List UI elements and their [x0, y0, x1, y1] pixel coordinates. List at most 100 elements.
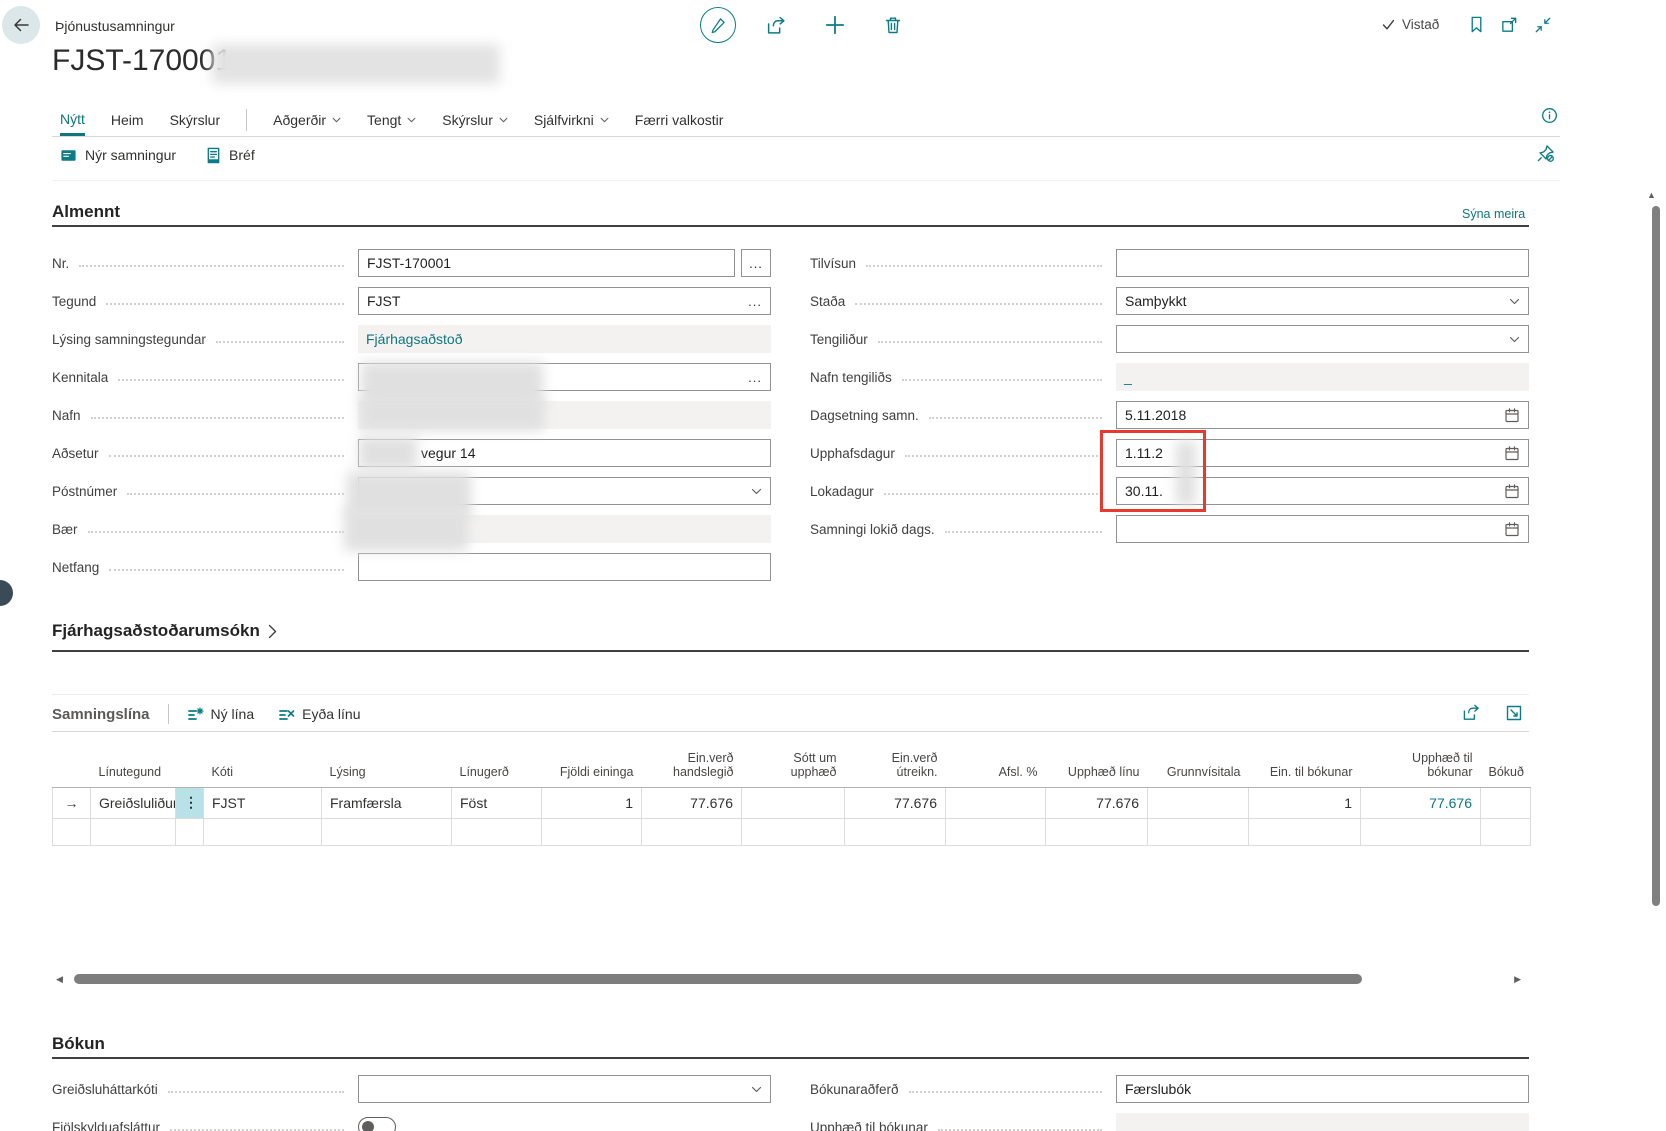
new-line-button[interactable]: Ný lína — [187, 706, 255, 723]
col-header[interactable]: Sótt um upphæð — [742, 732, 845, 787]
field-label: Aðsetur — [52, 446, 99, 461]
tab-adgerdir[interactable]: Aðgerðir — [273, 104, 341, 136]
chevron-down-icon[interactable] — [751, 488, 762, 495]
nr-assist-edit-button[interactable]: ... — [741, 249, 771, 277]
bokunaradferd-input[interactable]: Færslubók — [1116, 1075, 1529, 1103]
col-header[interactable]: Bókuð — [1481, 732, 1531, 787]
netfang-input[interactable] — [358, 553, 771, 581]
row-options-button[interactable]: ⋮ — [176, 787, 204, 818]
col-header[interactable]: Línutegund — [91, 732, 176, 787]
cell-sott-um-upphaed[interactable] — [742, 787, 845, 818]
cell-upphaed-til-bokunar[interactable]: 77.676 — [1361, 787, 1481, 818]
share-icon[interactable] — [1462, 703, 1481, 725]
unpin-icon[interactable] — [1536, 144, 1555, 168]
samningi-lokid-dags-input[interactable] — [1116, 515, 1529, 543]
scroll-up-arrow[interactable]: ▲ — [1647, 191, 1656, 200]
show-more-link[interactable]: Sýna meira — [1462, 207, 1525, 221]
cell-linutegund[interactable]: Greiðsluliður — [91, 787, 176, 818]
calendar-icon[interactable] — [1504, 445, 1520, 461]
fjolskylduafslattur-toggle[interactable] — [358, 1117, 396, 1131]
open-in-excel-icon[interactable] — [1505, 704, 1523, 725]
section-title-almennt[interactable]: Almennt — [52, 202, 120, 222]
stada-select[interactable]: Samþykkt — [1116, 287, 1529, 315]
subpage-top-border — [52, 694, 1529, 695]
cell-fjoldi-eininga[interactable]: 1 — [542, 787, 642, 818]
section-title-fjarhagsadstodarumsokn[interactable]: Fjárhagsaðstoðarumsókn — [52, 621, 277, 641]
chevron-down-icon[interactable] — [751, 1086, 762, 1093]
col-header[interactable]: Afsl. % — [946, 732, 1046, 787]
letter-button[interactable]: Bréf — [206, 147, 255, 164]
postnumer-input[interactable] — [358, 477, 771, 505]
cell-koti[interactable]: FJST — [204, 787, 322, 818]
tab-skyrslur-2[interactable]: Skýrslur — [442, 104, 508, 136]
dagsetning-samn-input[interactable]: 5.11.2018 — [1116, 401, 1529, 429]
side-panel-handle[interactable] — [0, 580, 13, 606]
cell-ein-til-bokunar[interactable]: 1 — [1249, 787, 1361, 818]
table-row[interactable]: → Greiðsluliður ⋮ FJST Framfærsla Föst 1… — [53, 787, 1531, 818]
lokadagur-input[interactable]: 30.11. — [1116, 477, 1529, 505]
col-header[interactable]: Fjöldi eininga — [542, 732, 642, 787]
tab-faerri-valkostir[interactable]: Færri valkostir — [635, 104, 724, 136]
tab-skyrslur[interactable]: Skýrslur — [170, 104, 221, 136]
pencil-icon[interactable] — [700, 7, 736, 43]
col-header[interactable]: Lýsing — [322, 732, 452, 787]
col-header[interactable]: Upphæð línu — [1046, 732, 1148, 787]
col-header[interactable]: Kóti — [204, 732, 322, 787]
info-icon[interactable] — [1540, 106, 1559, 130]
cell-einverd-utreikn[interactable]: 77.676 — [845, 787, 946, 818]
cell-grunnvisitala[interactable] — [1148, 787, 1249, 818]
tengilidur-select[interactable] — [1116, 325, 1529, 353]
cell-einverd-handslegid[interactable]: 77.676 — [642, 787, 742, 818]
tegund-input[interactable]: FJST... — [358, 287, 771, 315]
calendar-icon[interactable] — [1504, 483, 1520, 499]
cell-lysing[interactable]: Framfærsla — [322, 787, 452, 818]
cell-upphaed-linu[interactable]: 77.676 — [1046, 787, 1148, 818]
tegund-assist-edit-button[interactable]: ... — [748, 294, 762, 309]
back-arrow-icon[interactable] — [2, 6, 40, 44]
delete-icon[interactable] — [883, 15, 903, 40]
tab-sjalfvirkni[interactable]: Sjálfvirkni — [534, 104, 609, 136]
kennitala-assist-edit-button[interactable]: ... — [748, 370, 762, 385]
open-in-window-icon[interactable] — [1500, 15, 1519, 39]
col-header[interactable]: Ein. til bókunar — [1249, 732, 1361, 787]
col-header[interactable]: Grunnvísitala — [1148, 732, 1249, 787]
tilvisun-input[interactable] — [1116, 249, 1529, 277]
col-header[interactable]: Línugerð — [452, 732, 542, 787]
share-icon[interactable] — [766, 15, 787, 41]
chevron-down-icon — [407, 117, 416, 123]
greidsluhattarkoti-select[interactable] — [358, 1075, 771, 1103]
dotted-leader — [88, 531, 344, 533]
tab-heim[interactable]: Heim — [111, 104, 144, 136]
nr-input[interactable]: FJST-170001 — [358, 249, 735, 277]
chevron-down-icon[interactable] — [1509, 298, 1520, 305]
cell-afsl-pct[interactable] — [946, 787, 1046, 818]
horizontal-scrollbar-thumb[interactable] — [74, 974, 1362, 984]
back-button[interactable] — [2, 6, 40, 44]
edit-button[interactable] — [700, 7, 736, 43]
section-title-bokun[interactable]: Bókun — [52, 1034, 105, 1054]
vertical-scrollbar-thumb[interactable] — [1652, 206, 1660, 906]
scroll-left-arrow[interactable]: ◀ — [56, 975, 63, 984]
business-central-contract-page: Þjónustusamningur Vistað FJST-170001 · N… — [0, 0, 1666, 1131]
tab-nytt[interactable]: Nýtt — [60, 104, 85, 136]
col-header[interactable]: Ein.verð útreikn. — [845, 732, 946, 787]
table-row-empty[interactable] — [53, 818, 1531, 845]
cell-bokud[interactable] — [1481, 787, 1531, 818]
adsetur-input[interactable]: vegur 14 — [358, 439, 771, 467]
scroll-right-arrow[interactable]: ▶ — [1514, 975, 1521, 984]
upphafsdagur-input[interactable]: 1.11.2 — [1116, 439, 1529, 467]
col-header[interactable]: Ein.verð handslegið — [642, 732, 742, 787]
cell-linugerd[interactable]: Föst — [452, 787, 542, 818]
chevron-down-icon[interactable] — [1509, 336, 1520, 343]
collapse-icon[interactable] — [1534, 16, 1552, 39]
bookmark-icon[interactable] — [1467, 15, 1486, 39]
calendar-icon[interactable] — [1504, 407, 1520, 423]
kennitala-input[interactable]: ... — [358, 363, 771, 391]
add-icon[interactable] — [824, 14, 846, 41]
calendar-icon[interactable] — [1504, 521, 1520, 537]
col-header[interactable]: Upphæð til bókunar — [1361, 732, 1481, 787]
tab-tengt[interactable]: Tengt — [367, 104, 416, 136]
delete-line-button[interactable]: Eyða línu — [278, 706, 360, 723]
horizontal-scrollbar[interactable]: ◀ ▶ — [52, 973, 1529, 985]
new-contract-button[interactable]: Nýr samningur — [60, 147, 176, 164]
